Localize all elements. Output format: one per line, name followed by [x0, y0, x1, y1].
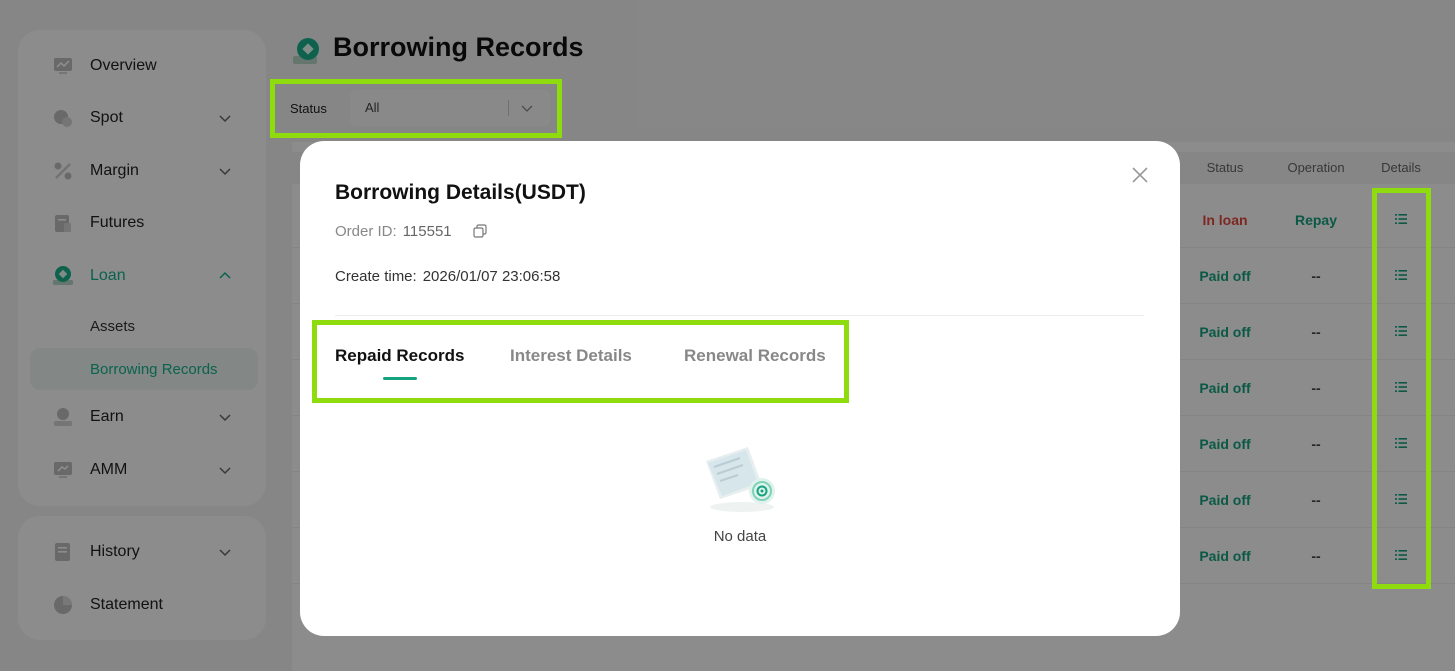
- create-time-row: Create time: 2026/01/07 23:06:58: [335, 268, 560, 285]
- tab-interest-details[interactable]: Interest Details: [510, 346, 632, 366]
- borrowing-details-modal: Borrowing Details(USDT) Order ID: 115551 …: [300, 141, 1180, 636]
- tab-renewal-records[interactable]: Renewal Records: [684, 346, 826, 366]
- create-time-label: Create time:: [335, 268, 417, 285]
- active-tab-underline: [383, 377, 417, 380]
- empty-document-icon: [706, 447, 775, 512]
- empty-state-text: No data: [713, 528, 767, 545]
- order-id-row: Order ID: 115551: [335, 223, 452, 240]
- order-id-value: 115551: [402, 223, 452, 240]
- divider: [335, 315, 1144, 316]
- tab-repaid-records[interactable]: Repaid Records: [335, 346, 464, 366]
- close-icon[interactable]: [1130, 165, 1150, 185]
- modal-title: Borrowing Details(USDT): [335, 181, 586, 204]
- copy-icon[interactable]: [473, 224, 487, 238]
- create-time-value: 2026/01/07 23:06:58: [422, 268, 561, 285]
- order-id-label: Order ID:: [335, 223, 397, 240]
